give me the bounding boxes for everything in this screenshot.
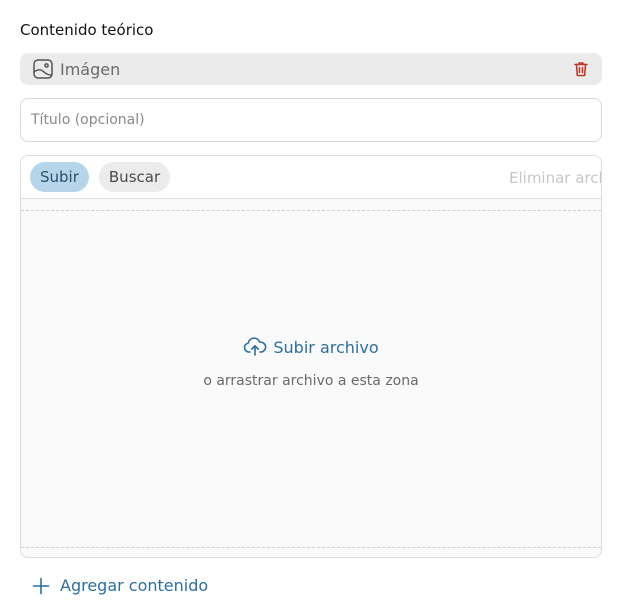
tab-search[interactable]: Buscar [98,162,171,192]
block-type-label: Imágen [60,59,121,79]
trash-icon[interactable] [572,60,590,78]
image-block-header: Imágen [20,53,602,85]
remove-file-button[interactable]: Eliminar archivo [509,156,601,199]
add-content-button[interactable]: Agregar contenido [32,576,208,595]
upload-file-label: Subir archivo [273,337,379,357]
drop-zone[interactable]: Subir archivo o arrastrar archivo a esta… [21,210,601,548]
tab-upload[interactable]: Subir [30,162,89,192]
drop-zone-content: Subir archivo o arrastrar archivo a esta… [21,337,601,389]
add-content-label: Agregar contenido [60,576,209,595]
image-icon [32,58,54,80]
plus-icon [32,577,50,595]
cloud-upload-icon [243,337,267,357]
drop-hint: o arrastrar archivo a esta zona [203,373,419,389]
content-editor: Contenido teórico Imágen Subir Buscar [0,0,622,606]
uploader-toolbar: Subir Buscar Eliminar archivo [21,156,601,199]
file-uploader: Subir Buscar Eliminar archivo Subir arch… [20,155,602,558]
section-title: Contenido teórico [20,21,154,39]
upload-file-button[interactable]: Subir archivo [243,337,379,357]
title-input[interactable] [20,98,602,142]
